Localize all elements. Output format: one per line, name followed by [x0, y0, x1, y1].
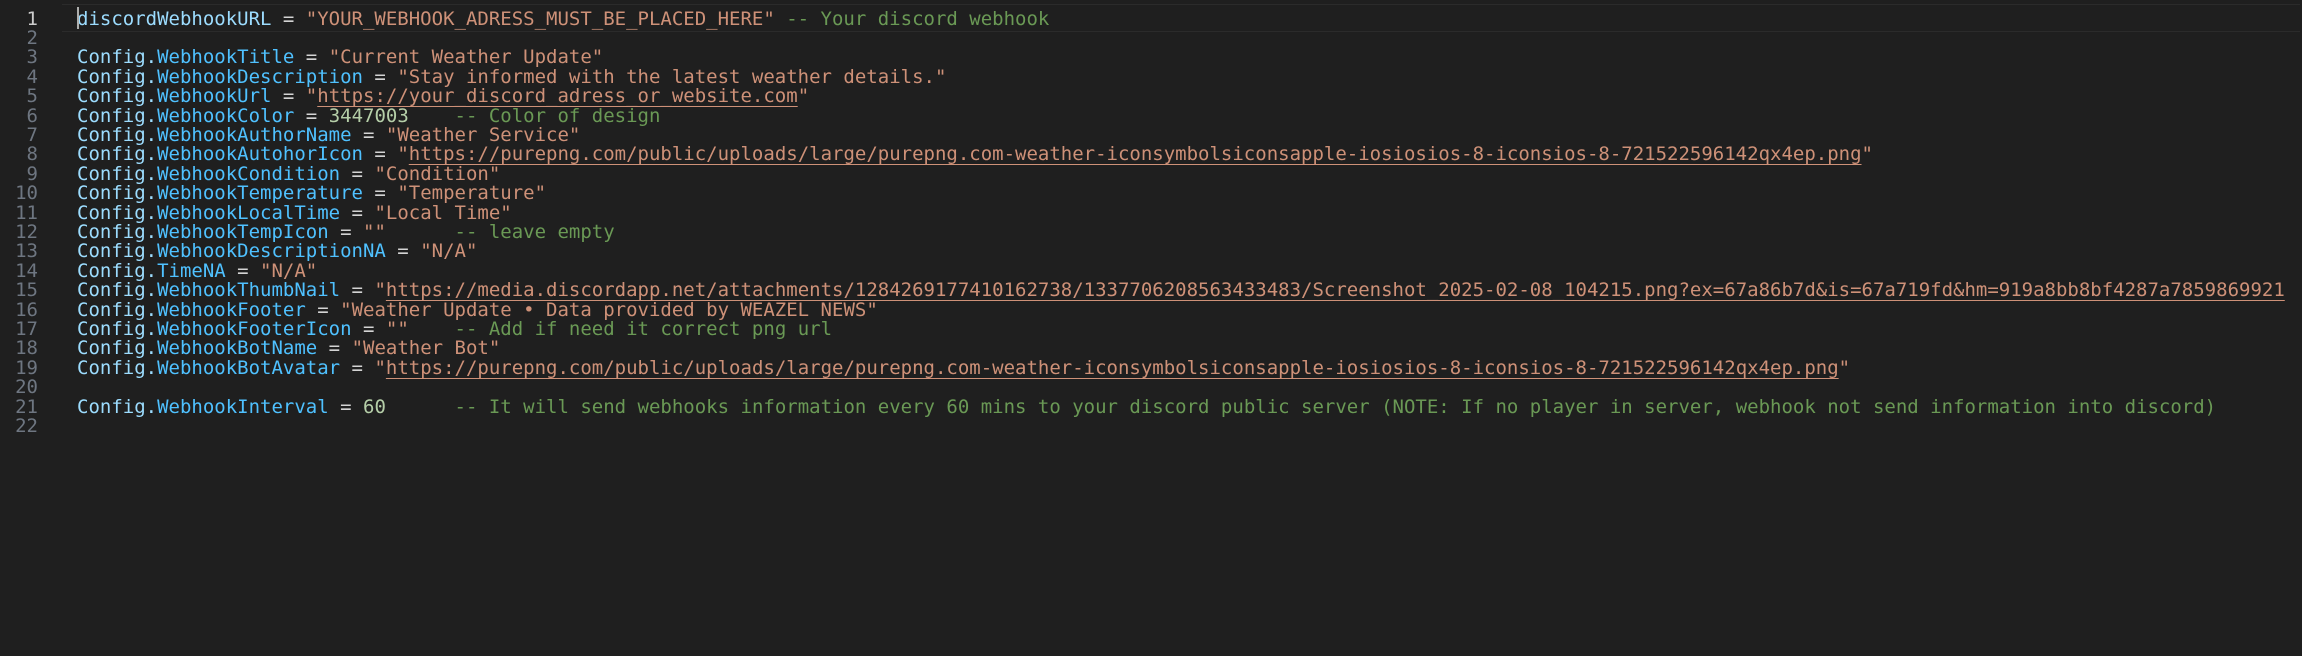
line-number: 22	[15, 414, 38, 437]
code-line[interactable]: 22	[0, 412, 2302, 441]
code-editor[interactable]: 1 discordWebhookURL = "YOUR_WEBHOOK_ADRES…	[0, 0, 2302, 656]
